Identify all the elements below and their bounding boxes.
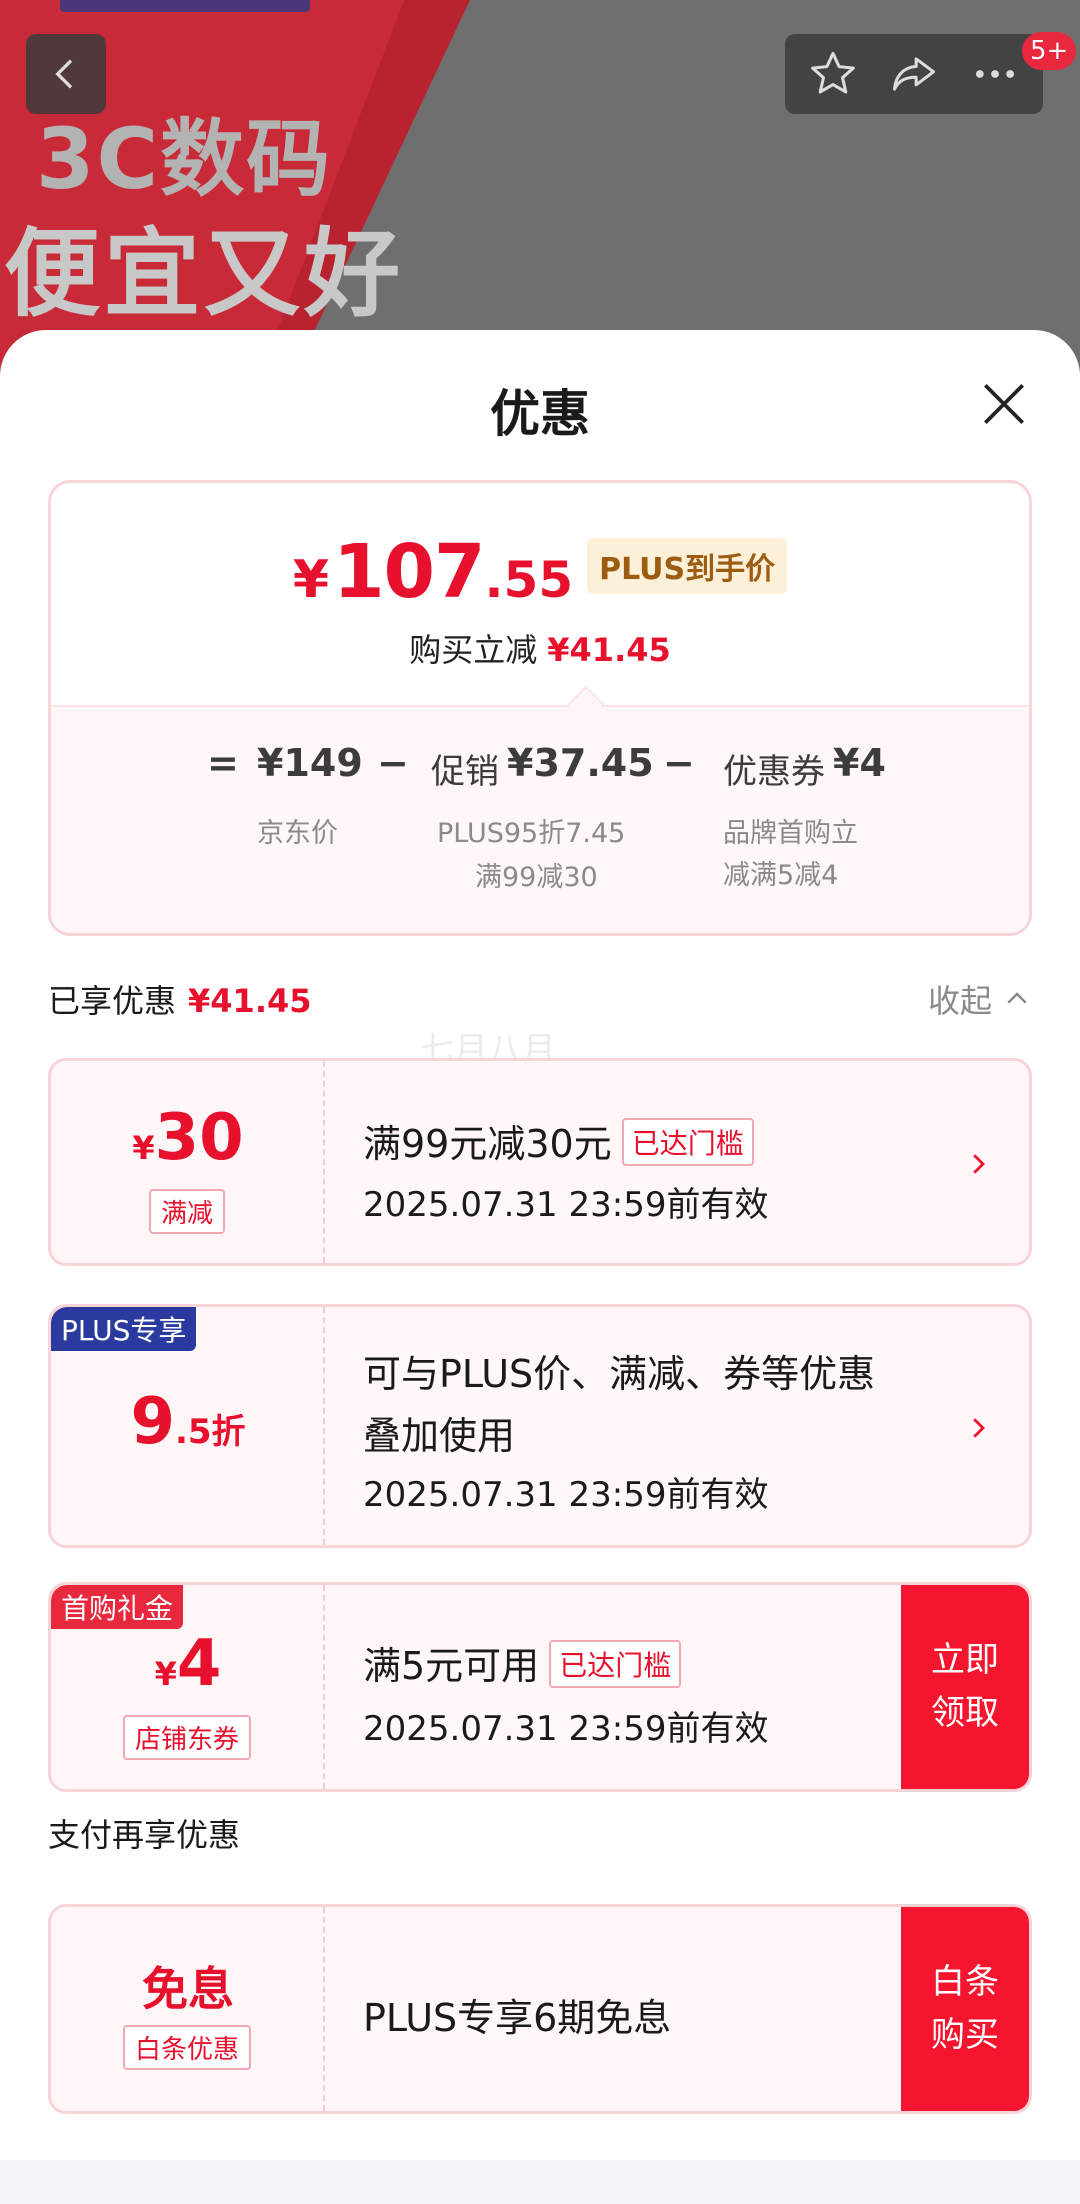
- threshold-reached-tag: 已达门槛: [549, 1640, 682, 1688]
- enjoyed-label: 已享优惠: [48, 982, 177, 1020]
- coupon-detail-2: 减满5减4: [723, 860, 839, 891]
- coupon-title-text: 满5元可用: [363, 1644, 540, 1688]
- equals-sign: =: [207, 741, 239, 785]
- coupon-validity: 2025.07.31 23:59前有效: [363, 1475, 769, 1515]
- promo-value: ¥37.45: [507, 741, 654, 785]
- top-action-group: [785, 34, 1043, 114]
- amount-value: 9: [130, 1385, 175, 1459]
- coupon-details: 可与PLUS价、满减、券等优惠 叠加使用 2025.07.31 23:59前有效: [363, 1307, 1029, 1545]
- close-icon[interactable]: [976, 376, 1032, 432]
- final-price: ¥ 107 .55 PLUS到手价: [51, 529, 1029, 615]
- plus-price-tag: PLUS到手价: [587, 538, 788, 594]
- coupon-type-tag: 店铺东券: [122, 1715, 252, 1760]
- coupon-details: 满5元可用 已达门槛 2025.07.31 23:59前有效 立即 领取: [363, 1585, 1029, 1789]
- breakdown-formula: = ¥149 − 促销 ¥37.45 − 优惠券 ¥4: [51, 741, 1029, 792]
- coupon-details: 满99元减30元 已达门槛 2025.07.31 23:59前有效: [363, 1061, 1029, 1263]
- price-breakdown: = ¥149 − 促销 ¥37.45 − 优惠券 ¥4 京东价 PLUS95折7…: [51, 705, 1029, 933]
- jd-price-label: 京东价: [257, 818, 338, 849]
- coupon-value-panel: ¥30 满减: [51, 1061, 325, 1263]
- coupon-detail-1: 品牌首购立: [723, 818, 858, 849]
- more-icon[interactable]: [969, 48, 1021, 100]
- currency-symbol: ¥: [132, 1129, 155, 1167]
- back-icon: [55, 59, 73, 89]
- baitiao-tag: 白条优惠: [122, 2025, 252, 2070]
- plus-discount-coupon[interactable]: 9.5折 PLUS专享 可与PLUS价、满减、券等优惠 叠加使用 2025.07…: [48, 1304, 1032, 1548]
- enjoyed-value: ¥41.45: [188, 982, 312, 1020]
- reduction-value: ¥41.45: [547, 631, 671, 669]
- amount-value: 4: [176, 1627, 222, 1701]
- coupon-type-tag: 满减: [148, 1189, 226, 1234]
- enjoyed-discount-header: 已享优惠 ¥41.45: [48, 976, 312, 1022]
- baitiao-buy-button[interactable]: 白条 购买: [901, 1907, 1029, 2111]
- back-button[interactable]: [26, 34, 106, 114]
- coupon-amount: ¥30: [51, 1101, 325, 1175]
- currency-symbol: ¥: [292, 550, 330, 610]
- coupon-amount: ¥4: [51, 1627, 325, 1701]
- coupon-amount: 9.5折: [51, 1385, 325, 1459]
- first-purchase-tag: 首购礼金: [51, 1585, 184, 1629]
- banner-top-strip: [60, 0, 310, 12]
- instant-reduction: 购买立减 ¥41.45: [51, 625, 1029, 671]
- promo-label: 促销: [431, 752, 499, 792]
- banner-text-line2: 便宜又好: [4, 218, 404, 330]
- promo-detail-1: PLUS95折7.45: [437, 818, 626, 849]
- coupon-validity: 2025.07.31 23:59前有效: [363, 1709, 769, 1749]
- claim-coupon-button[interactable]: 立即 领取: [901, 1585, 1029, 1789]
- amount-suffix: .5折: [174, 1412, 246, 1452]
- price-decimal: .55: [484, 551, 574, 609]
- amount-value: 30: [154, 1101, 244, 1175]
- currency-symbol: ¥: [154, 1655, 177, 1693]
- interest-free-label: 免息: [142, 1962, 234, 2016]
- sheet-title: 优惠: [490, 385, 590, 443]
- promo-detail-2: 满99减30: [475, 862, 598, 893]
- coupon-title-line2: 叠加使用: [363, 1414, 516, 1458]
- share-icon[interactable]: [888, 48, 940, 100]
- collapse-toggle[interactable]: 收起: [928, 976, 1032, 1022]
- baitiao-interest-free-card: 免息 白条优惠 PLUS专享6期免息 白条 购买: [48, 1904, 1032, 2114]
- coupon-value-panel: 免息 白条优惠: [51, 1907, 325, 2111]
- coupon-title: 满99元减30元 已达门槛: [363, 1113, 754, 1168]
- coupon-label: 优惠券: [723, 752, 825, 792]
- final-price-section: ¥ 107 .55 PLUS到手价 购买立减 ¥41.45: [51, 483, 1029, 705]
- jd-price: ¥149: [257, 741, 363, 785]
- payment-offers-title: 支付再享优惠: [48, 1816, 241, 1854]
- plus-exclusive-tag: PLUS专享: [51, 1307, 197, 1351]
- price-integer: 107: [333, 529, 485, 615]
- threshold-reached-tag: 已达门槛: [621, 1118, 754, 1166]
- interest-free-text: PLUS专享6期免息: [363, 1996, 672, 2040]
- coupon-title-text: 满99元减30元: [363, 1122, 612, 1166]
- first-purchase-coupon: ¥4 店铺东券 首购礼金 满5元可用 已达门槛 2025.07.31 23:59前…: [48, 1582, 1032, 1792]
- coupon-details: PLUS专享6期免息 白条 购买: [363, 1907, 1029, 2111]
- reduction-label: 购买立减: [409, 631, 538, 669]
- coupon-validity: 2025.07.31 23:59前有效: [363, 1185, 769, 1225]
- chevron-up-icon: [1007, 992, 1027, 1004]
- bottom-band: [0, 2168, 1080, 2204]
- star-icon[interactable]: [807, 48, 859, 100]
- coupon-value: ¥4: [833, 741, 886, 785]
- chevron-right-icon: [973, 1418, 985, 1438]
- full-reduction-coupon[interactable]: ¥30 满减 满99元减30元 已达门槛 2025.07.31 23:59前有效: [48, 1058, 1032, 1266]
- discount-sheet: 优惠 ¥ 107 .55 PLUS到手价 购买立减 ¥41.45 = ¥149 −…: [0, 330, 1080, 2160]
- notification-badge: 5+: [1022, 32, 1077, 70]
- collapse-label: 收起: [927, 982, 992, 1020]
- minus-sign: −: [377, 741, 409, 785]
- minus-sign-2: −: [663, 741, 695, 785]
- coupon-title: 满5元可用 已达门槛: [363, 1635, 682, 1690]
- coupon-title-line1: 可与PLUS价、满减、券等优惠: [363, 1352, 876, 1396]
- price-summary-card: ¥ 107 .55 PLUS到手价 购买立减 ¥41.45 = ¥149 − 促销…: [48, 480, 1032, 936]
- chevron-right-icon: [973, 1154, 985, 1174]
